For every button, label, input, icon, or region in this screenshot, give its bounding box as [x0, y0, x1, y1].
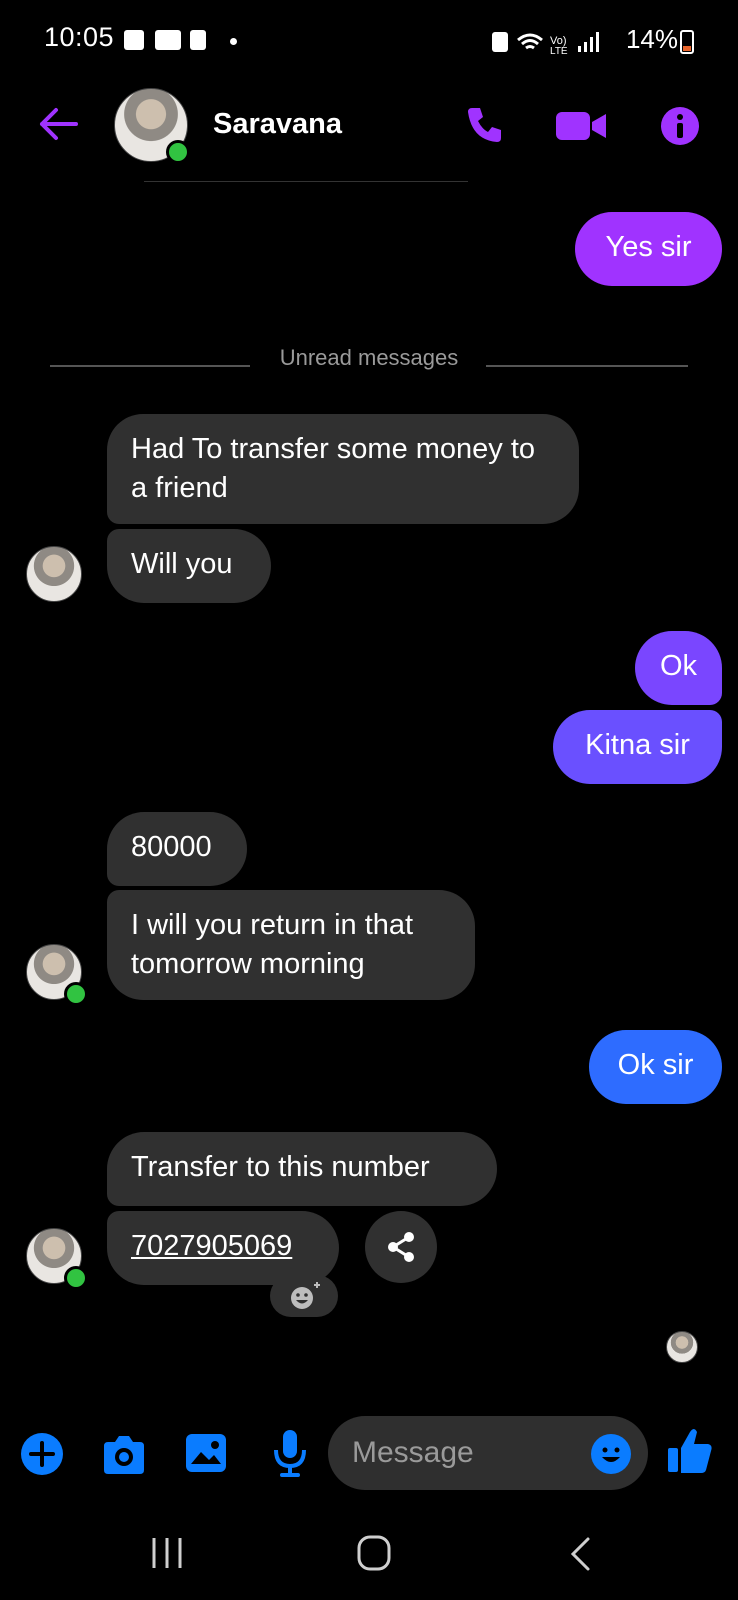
camera-icon[interactable] — [100, 1434, 148, 1476]
outgoing-message[interactable]: Yes sir — [575, 212, 722, 286]
phone-icon[interactable] — [464, 104, 504, 144]
microphone-icon[interactable] — [272, 1428, 308, 1478]
recent-apps-icon[interactable] — [150, 1536, 184, 1570]
contact-name[interactable]: Saravana — [213, 108, 342, 141]
phone-number-link[interactable]: 7027905069 — [107, 1211, 339, 1285]
scroll-edge-line — [144, 181, 468, 182]
share-icon — [388, 1232, 414, 1262]
gallery-icon[interactable] — [184, 1432, 228, 1474]
notification-dot — [230, 38, 237, 45]
status-icons: Vo) LTE — [492, 32, 599, 56]
outgoing-message[interactable]: Kitna sir — [553, 710, 722, 784]
divider-line-right — [486, 365, 688, 367]
gallery-icon — [124, 30, 144, 50]
incoming-message[interactable]: Will you — [107, 529, 271, 603]
home-icon[interactable] — [356, 1534, 392, 1572]
add-reaction-button[interactable] — [270, 1275, 338, 1317]
battery-saver-icon — [492, 32, 508, 52]
online-indicator — [166, 140, 190, 164]
outgoing-message[interactable]: Ok — [635, 631, 722, 705]
info-icon[interactable] — [660, 106, 700, 146]
message-input[interactable] — [352, 1428, 572, 1478]
svg-text:LTE: LTE — [550, 46, 568, 56]
battery-icon — [680, 30, 694, 54]
signal-icon — [578, 46, 581, 52]
incoming-message[interactable]: I will you return in that tomorrow morni… — [107, 890, 475, 1000]
battery-percent: 14% — [625, 24, 678, 54]
incoming-message[interactable]: 80000 — [107, 812, 247, 886]
back-nav-icon[interactable] — [568, 1536, 592, 1572]
thumbs-up-icon[interactable] — [666, 1426, 714, 1476]
outgoing-message[interactable]: Ok sir — [589, 1030, 722, 1104]
plus-icon[interactable] — [20, 1432, 64, 1476]
online-indicator — [64, 1266, 88, 1290]
back-arrow-icon[interactable] — [36, 106, 80, 142]
sender-avatar[interactable] — [26, 546, 82, 602]
video-call-icon[interactable] — [556, 110, 608, 142]
voicemail-icon — [155, 30, 181, 50]
incoming-message[interactable]: Transfer to this number — [107, 1132, 497, 1206]
online-indicator — [64, 982, 88, 1006]
incoming-message[interactable]: Had To transfer some money to a friend — [107, 414, 579, 524]
emoji-icon[interactable] — [590, 1433, 632, 1475]
alert-icon — [190, 30, 206, 50]
emoji-add-icon — [291, 1282, 320, 1309]
status-time: 10:05 — [44, 22, 115, 52]
unread-divider-label: Unread messages — [279, 345, 459, 370]
seen-receipt-avatar — [666, 1331, 698, 1363]
wifi-icon — [517, 33, 543, 50]
share-button[interactable] — [365, 1211, 437, 1283]
